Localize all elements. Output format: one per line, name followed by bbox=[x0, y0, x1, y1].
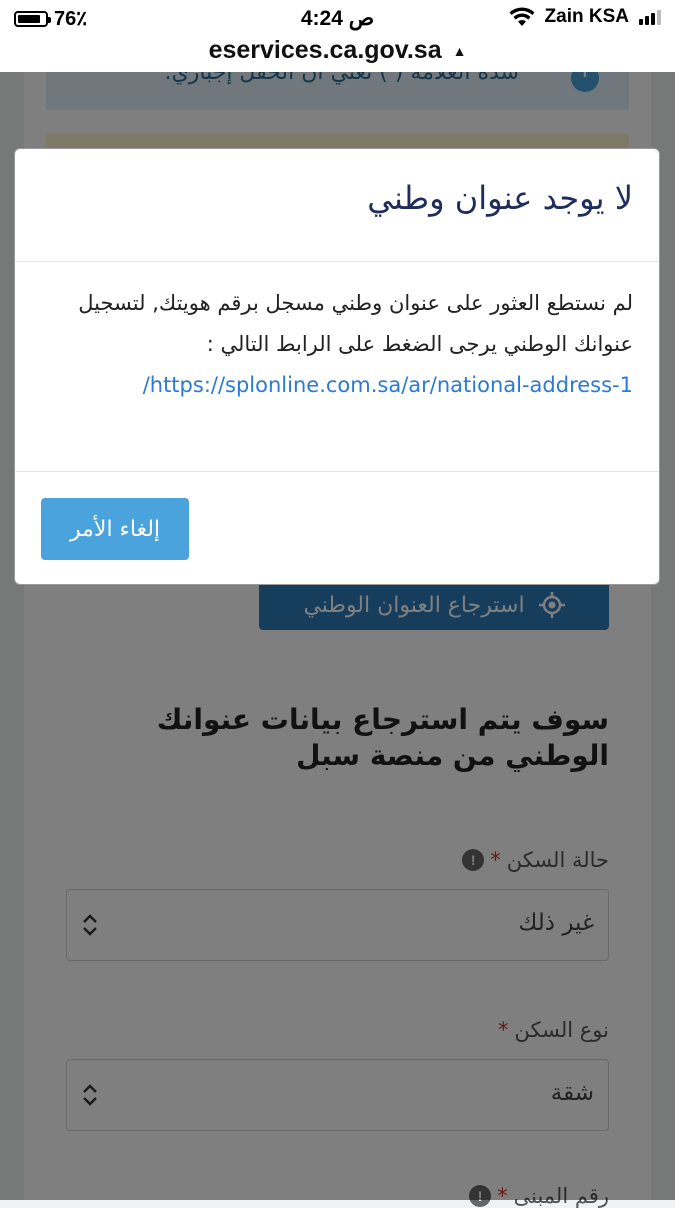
url-text: eservices.ca.gov.sa bbox=[208, 36, 442, 64]
modal-header: لا يوجد عنوان وطني bbox=[15, 149, 659, 262]
carrier-name: Zain KSA bbox=[544, 6, 629, 27]
modal-message: لم نستطع العثور على عنوان وطني مسجل برقم… bbox=[78, 291, 633, 356]
modal-footer: إلغاء الأمر bbox=[15, 471, 659, 586]
modal-title: لا يوجد عنوان وطني bbox=[367, 179, 633, 217]
no-address-modal: لا يوجد عنوان وطني لم نستطع العثور على ع… bbox=[14, 148, 660, 585]
warning-icon: ▲ bbox=[452, 43, 467, 60]
wifi-icon bbox=[509, 7, 535, 26]
cancel-button[interactable]: إلغاء الأمر bbox=[41, 498, 189, 560]
address-bar[interactable]: eservices.ca.gov.sa ▲ bbox=[0, 36, 675, 72]
network-indicator: Zain KSA bbox=[509, 6, 661, 28]
signal-icon bbox=[639, 9, 661, 25]
status-bar: 76٪ 4:24 ص Zain KSA bbox=[0, 0, 675, 36]
modal-body: لم نستطع العثور على عنوان وطني مسجل برقم… bbox=[41, 283, 633, 406]
national-address-link[interactable]: https://splonline.com.sa/ar/national-add… bbox=[143, 373, 633, 397]
